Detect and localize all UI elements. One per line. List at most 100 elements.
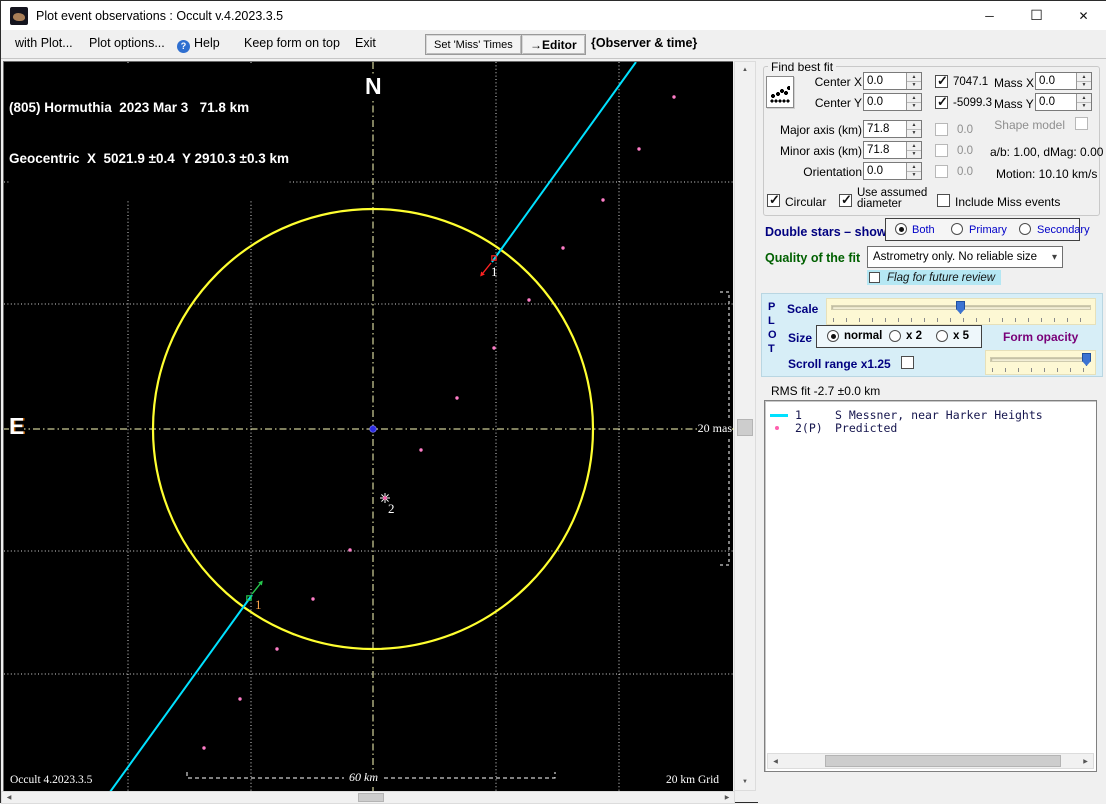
north-label: N (365, 73, 382, 99)
form-opacity-thumb[interactable] (1082, 353, 1091, 366)
menu-with-plot[interactable]: with Plot... (15, 36, 73, 50)
spin-down-icon[interactable]: ▼ (1077, 102, 1091, 110)
minor-axis-spinner[interactable]: 71.8 ▲ ▼ (863, 141, 922, 159)
spin-up-icon[interactable]: ▲ (1077, 73, 1091, 82)
menu-bar: with Plot... Plot options... ? Help Keep … (1, 30, 1106, 59)
plot-horizontal-scrollbar[interactable]: ◀ ▶ (1, 791, 735, 804)
mass-x-spinner[interactable]: 0.0 ▲ ▼ (1035, 72, 1092, 90)
legend-name: S Messner, near Harker Heights (835, 408, 1043, 422)
close-icon[interactable]: ✕ (1060, 1, 1106, 30)
double-both-label: Both (912, 224, 935, 236)
major-aux-value: 0.0 (957, 124, 973, 136)
major-axis-label: Major axis (km) (779, 123, 862, 137)
spin-down-icon[interactable]: ▼ (907, 129, 921, 137)
center-x-label: Center X (814, 75, 862, 89)
title-bar: Plot event observations : Occult v.4.202… (1, 1, 1106, 30)
chord-legend-listbox[interactable]: 1 S Messner, near Harker Heights 2(P) Pr… (764, 400, 1097, 772)
minimize-icon[interactable]: ─ (966, 1, 1013, 30)
include-miss-checkbox[interactable] (937, 194, 950, 207)
spin-down-icon[interactable]: ▼ (907, 171, 921, 179)
scale-slider-ticks (833, 318, 1089, 322)
orientation-fit-checkbox (935, 165, 948, 178)
mass-y-label: Mass Y (994, 97, 1034, 111)
spin-down-icon[interactable]: ▼ (907, 102, 921, 110)
plot-hscroll-thumb[interactable] (358, 793, 384, 802)
legend-row-predicted[interactable]: 2(P) Predicted (765, 421, 1096, 435)
motion-label: Motion: 10.10 km/s (996, 167, 1098, 181)
plot-title: (805) Hormuthia 2023 Mar 3 71.8 km Geoce… (9, 65, 289, 201)
help-icon: ? (177, 40, 190, 53)
form-opacity-track (990, 357, 1091, 362)
legend-num: 2(P) (795, 421, 823, 435)
maximize-icon[interactable]: ☐ (1013, 1, 1060, 30)
shape-model-checkbox (1075, 117, 1088, 130)
scroll-right-icon[interactable]: ▶ (720, 792, 734, 803)
grid-size-label: 20 km Grid (666, 774, 720, 786)
fit-x-checkbox[interactable] (935, 73, 948, 89)
orientation-spinner[interactable]: 0.0 ▲ ▼ (863, 162, 922, 180)
km-scalebar-label: 60 km (344, 770, 383, 785)
double-primary-radio[interactable] (951, 223, 963, 235)
legend-row-observed[interactable]: 1 S Messner, near Harker Heights (765, 408, 1096, 422)
fit-y-checkbox[interactable] (935, 94, 948, 110)
size-normal-radio[interactable] (827, 330, 839, 342)
center-x-spinner[interactable]: 0.0 ▲ ▼ (863, 72, 922, 90)
scale-label: Scale (787, 302, 819, 316)
spin-down-icon[interactable]: ▼ (1077, 81, 1091, 89)
shape-model-label: Shape model (994, 118, 1065, 132)
size-label: Size (788, 331, 813, 345)
form-opacity-slider[interactable] (985, 350, 1096, 375)
assumed-diameter-checkbox[interactable] (839, 192, 852, 208)
size-x5-radio[interactable] (936, 330, 948, 342)
plot-canvas[interactable]: (805) Hormuthia 2023 Mar 3 71.8 km Geoce… (3, 61, 734, 792)
flag-review-row: Flag for future review (867, 270, 1002, 285)
plot-letter-o: O (768, 329, 777, 341)
legend-name: Predicted (835, 421, 898, 435)
plot-version-label: Occult 4.2023.3.5 (10, 774, 93, 786)
circular-checkbox[interactable] (767, 192, 780, 208)
set-miss-times-button[interactable]: Set 'Miss' Times (425, 34, 522, 55)
spin-up-icon[interactable]: ▲ (907, 94, 921, 103)
scroll-range-checkbox[interactable] (901, 356, 914, 369)
menu-help[interactable]: ? Help (177, 36, 220, 53)
form-opacity-ticks (992, 368, 1089, 372)
spin-up-icon[interactable]: ▲ (1077, 94, 1091, 103)
legend-horizontal-scrollbar[interactable]: ◀ ▶ (767, 753, 1094, 769)
scroll-left-icon[interactable]: ◀ (768, 754, 783, 768)
chevron-down-icon: ▾ (1051, 251, 1057, 263)
scale-slider-thumb[interactable] (956, 301, 965, 314)
spin-up-icon[interactable]: ▲ (907, 163, 921, 172)
flag-review-label: Flag for future review (887, 271, 996, 284)
plot-vscroll-thumb[interactable] (737, 419, 753, 436)
spin-up-icon[interactable]: ▲ (907, 142, 921, 151)
spin-down-icon[interactable]: ▼ (907, 81, 921, 89)
editor-button[interactable]: →Editor (521, 34, 586, 55)
legend-hscroll-thumb[interactable] (825, 755, 1061, 767)
menu-exit[interactable]: Exit (355, 36, 376, 50)
orientation-aux-value: 0.0 (957, 166, 973, 178)
scroll-left-icon[interactable]: ◀ (2, 792, 16, 803)
occult-plot-window: { "window": { "title": "Plot event obser… (0, 0, 1106, 804)
form-opacity-label: Form opacity (1003, 330, 1079, 344)
size-normal-label: normal (844, 330, 883, 342)
spin-up-icon[interactable]: ▲ (907, 121, 921, 130)
flag-review-checkbox[interactable] (869, 272, 880, 283)
scale-slider[interactable] (826, 298, 1096, 325)
plot-vertical-scrollbar[interactable]: ▲ ▼ (734, 61, 756, 791)
menu-plot-options[interactable]: Plot options... (89, 36, 165, 50)
center-y-spinner[interactable]: 0.0 ▲ ▼ (863, 93, 922, 111)
spin-up-icon[interactable]: ▲ (907, 73, 921, 82)
chord2-predicted-label: 2 (388, 501, 395, 516)
mass-y-spinner[interactable]: 0.0 ▲ ▼ (1035, 93, 1092, 111)
major-axis-spinner[interactable]: 71.8 ▲ ▼ (863, 120, 922, 138)
double-secondary-radio[interactable] (1019, 223, 1031, 235)
menu-keep-on-top[interactable]: Keep form on top (244, 36, 340, 50)
plot-letter-p: P (768, 301, 776, 313)
double-both-radio[interactable] (895, 223, 907, 235)
scroll-up-icon[interactable]: ▲ (735, 62, 755, 78)
spin-down-icon[interactable]: ▼ (907, 150, 921, 158)
scroll-down-icon[interactable]: ▼ (735, 774, 755, 790)
scroll-right-icon[interactable]: ▶ (1078, 754, 1093, 768)
quality-combobox[interactable]: Astrometry only. No reliable size ▾ (867, 246, 1063, 268)
size-x2-radio[interactable] (889, 330, 901, 342)
